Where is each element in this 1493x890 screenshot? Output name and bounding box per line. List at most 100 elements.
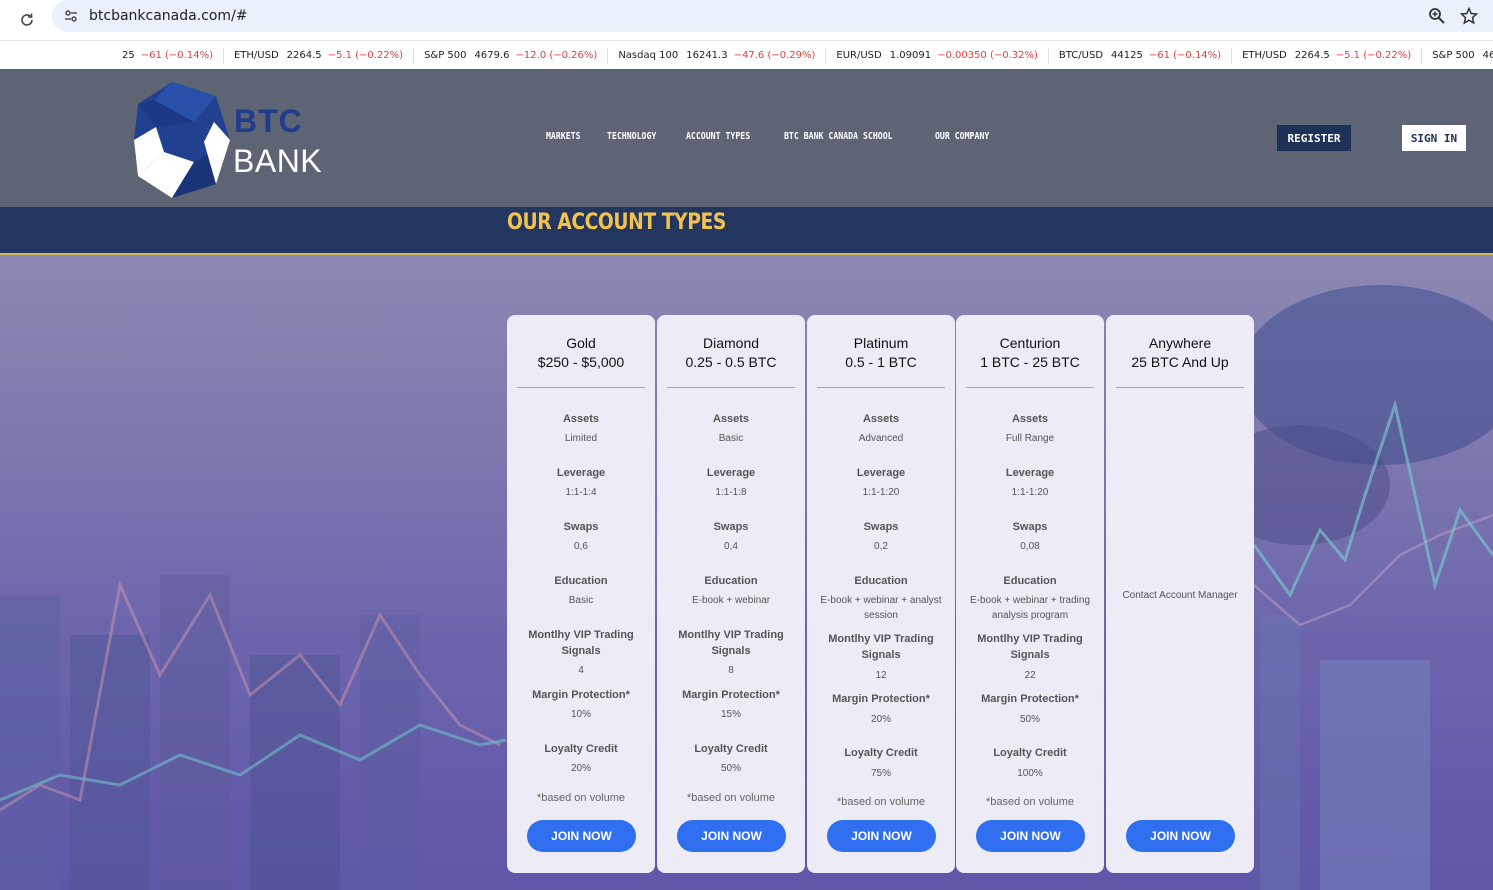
ticker-item[interactable]: 25 −61 (−0.14%) bbox=[122, 47, 224, 64]
card-name: Centurion bbox=[999, 335, 1061, 351]
contact-manager-text: Contact Account Manager bbox=[1122, 590, 1238, 601]
leverage-label: Leverage bbox=[856, 467, 906, 479]
signals-value: 8 bbox=[728, 665, 734, 676]
ticker-item[interactable]: BTC/USD 44125 −61 (−0.14%) bbox=[1058, 47, 1233, 64]
logo-text-btc: BTC bbox=[234, 103, 303, 139]
card-name: Gold bbox=[566, 335, 596, 351]
card-divider bbox=[966, 387, 1094, 388]
card-divider bbox=[517, 387, 645, 388]
ticker-price: 4679.6 bbox=[474, 50, 510, 61]
swaps-value: 0,4 bbox=[724, 541, 738, 552]
ticker-item[interactable]: Nasdaq 100 16241.3 −47.6 (−0.29%) bbox=[618, 47, 827, 64]
leverage-label: Leverage bbox=[556, 467, 606, 479]
leverage-value: 1:1-1:8 bbox=[715, 487, 747, 498]
nav-our-company[interactable]: OUR COMPANY bbox=[935, 131, 989, 142]
education-label: Education bbox=[554, 575, 608, 587]
card-range: 0.5 - 1 BTC bbox=[845, 354, 917, 370]
volume-note: *based on volume bbox=[686, 792, 776, 804]
btc-bank-logo-icon[interactable] bbox=[134, 82, 334, 198]
account-card-diamond: Diamond 0.25 - 0.5 BTC Assets Basic Leve… bbox=[657, 315, 805, 873]
address-bar[interactable]: btcbankcanada.com/# bbox=[52, 0, 1493, 32]
ticker-symbol: ETH/USD bbox=[1242, 50, 1287, 61]
reload-icon[interactable] bbox=[17, 10, 37, 30]
account-card-anywhere: Anywhere 25 BTC And Up Contact Account M… bbox=[1106, 315, 1254, 873]
sign-in-button[interactable]: SIGN IN bbox=[1402, 125, 1466, 151]
ticker-change: −12.0 (−0.26%) bbox=[515, 50, 598, 61]
loyalty-value: 100% bbox=[1017, 768, 1043, 779]
join-now-button[interactable]: JOIN NOW bbox=[827, 820, 936, 852]
swaps-label: Swaps bbox=[863, 521, 899, 533]
market-ticker: 25 −61 (−0.14%) ETH/USD 2264.5 −5.1 (−0.22%)… bbox=[0, 40, 1493, 69]
ticker-symbol: EUR/USD bbox=[836, 50, 882, 61]
education-label: Education bbox=[854, 575, 908, 587]
swaps-value: 0,08 bbox=[1020, 541, 1040, 552]
join-now-button[interactable]: JOIN NOW bbox=[1126, 820, 1235, 852]
volume-note: *based on volume bbox=[985, 796, 1075, 808]
ticker-item[interactable]: S&P 5004679.6−12.0 (−0.26% bbox=[1432, 48, 1493, 64]
volume-note: *based on volume bbox=[536, 792, 626, 804]
bookmark-star-icon[interactable] bbox=[1459, 6, 1479, 26]
zoom-icon[interactable] bbox=[1427, 6, 1447, 26]
ticker-item[interactable]: EUR/USD 1.09091 −0.00350 (−0.32%) bbox=[836, 47, 1049, 64]
ticker-change: −5.1 (−0.22%) bbox=[1335, 50, 1412, 61]
join-now-button[interactable]: JOIN NOW bbox=[527, 820, 636, 852]
card-name: Platinum bbox=[853, 335, 909, 351]
logo-text-bank: BANK bbox=[233, 143, 323, 179]
card-divider bbox=[1116, 387, 1244, 388]
education-value: Basic bbox=[568, 595, 594, 606]
site-info-icon[interactable] bbox=[61, 6, 81, 26]
nav-account-types[interactable]: ACCOUNT TYPES bbox=[686, 131, 750, 142]
ticker-symbol: ETH/USD bbox=[233, 50, 279, 61]
nav-technology[interactable]: TECHNOLOGY bbox=[607, 131, 656, 142]
card-range: 1 BTC - 25 BTC bbox=[980, 354, 1080, 370]
loyalty-label: Loyalty Credit bbox=[844, 747, 918, 759]
account-card-platinum: Platinum 0.5 - 1 BTC Assets Advanced Lev… bbox=[807, 315, 955, 873]
ticker-change: −5.1 (−0.22%) bbox=[327, 50, 404, 61]
signals-label: Montlhy VIP Trading Signals bbox=[528, 629, 634, 657]
browser-toolbar: btcbankcanada.com/# bbox=[0, 0, 1493, 40]
swaps-label: Swaps bbox=[563, 521, 599, 533]
swaps-label: Swaps bbox=[1012, 521, 1048, 533]
assets-label: Assets bbox=[862, 413, 900, 425]
signals-label: Montlhy VIP Trading Signals bbox=[977, 633, 1083, 661]
education-label: Education bbox=[704, 575, 758, 587]
ticker-item[interactable]: ETH/USD 2264.5 −5.1 (−0.22%) bbox=[233, 47, 415, 64]
leverage-value: 1:1-1:20 bbox=[862, 487, 900, 498]
nav-markets[interactable]: MARKETS bbox=[546, 131, 581, 142]
card-range: $250 - $5,000 bbox=[537, 354, 625, 370]
join-now-button[interactable]: JOIN NOW bbox=[976, 820, 1085, 852]
ticker-change: −0.00350 (−0.32%) bbox=[937, 50, 1038, 61]
card-divider bbox=[667, 387, 795, 388]
ticker-price: 44125 bbox=[1111, 50, 1143, 61]
assets-label: Assets bbox=[1011, 413, 1049, 425]
card-range: 0.25 - 0.5 BTC bbox=[685, 354, 777, 370]
education-value: E-book + webinar + analyst session bbox=[820, 595, 942, 621]
ticker-item[interactable]: ETH/USD 2264.5 −5.1 (−0.22%) bbox=[1242, 47, 1423, 64]
leverage-value: 1:1-1:20 bbox=[1011, 487, 1049, 498]
join-now-button[interactable]: JOIN NOW bbox=[677, 820, 786, 852]
ticker-item[interactable]: S&P 500 4679.6 −12.0 (−0.26%) bbox=[424, 47, 609, 64]
account-card-gold: Gold $250 - $5,000 Assets Limited Levera… bbox=[507, 315, 655, 873]
swaps-label: Swaps bbox=[713, 521, 749, 533]
ticker-symbol: BTC/USD bbox=[1058, 50, 1104, 61]
assets-label: Assets bbox=[712, 413, 750, 425]
ticker-price: 25 bbox=[122, 50, 135, 61]
signals-label: Montlhy VIP Trading Signals bbox=[678, 629, 784, 657]
card-name: Anywhere bbox=[1148, 335, 1212, 351]
loyalty-label: Loyalty Credit bbox=[694, 743, 768, 755]
education-value: E-book + webinar bbox=[691, 595, 771, 606]
ticker-symbol: Nasdaq 100 bbox=[618, 50, 679, 61]
education-value: E-book + webinar + trading analysis prog… bbox=[969, 595, 1091, 621]
signals-value: 12 bbox=[875, 670, 887, 681]
nav-school[interactable]: BTC BANK CANADA SCHOOL bbox=[784, 131, 893, 142]
card-divider bbox=[817, 387, 945, 388]
page-title: OUR ACCOUNT TYPES bbox=[507, 210, 726, 235]
volume-note: *based on volume bbox=[836, 796, 926, 808]
register-button[interactable]: REGISTER bbox=[1277, 125, 1351, 151]
loyalty-value: 75% bbox=[870, 768, 891, 779]
swaps-value: 0,2 bbox=[874, 541, 888, 552]
assets-value: Advanced bbox=[858, 433, 904, 444]
loyalty-label: Loyalty Credit bbox=[544, 743, 618, 755]
signals-value: 22 bbox=[1024, 670, 1036, 681]
margin-label: Margin Protection* bbox=[682, 689, 780, 701]
